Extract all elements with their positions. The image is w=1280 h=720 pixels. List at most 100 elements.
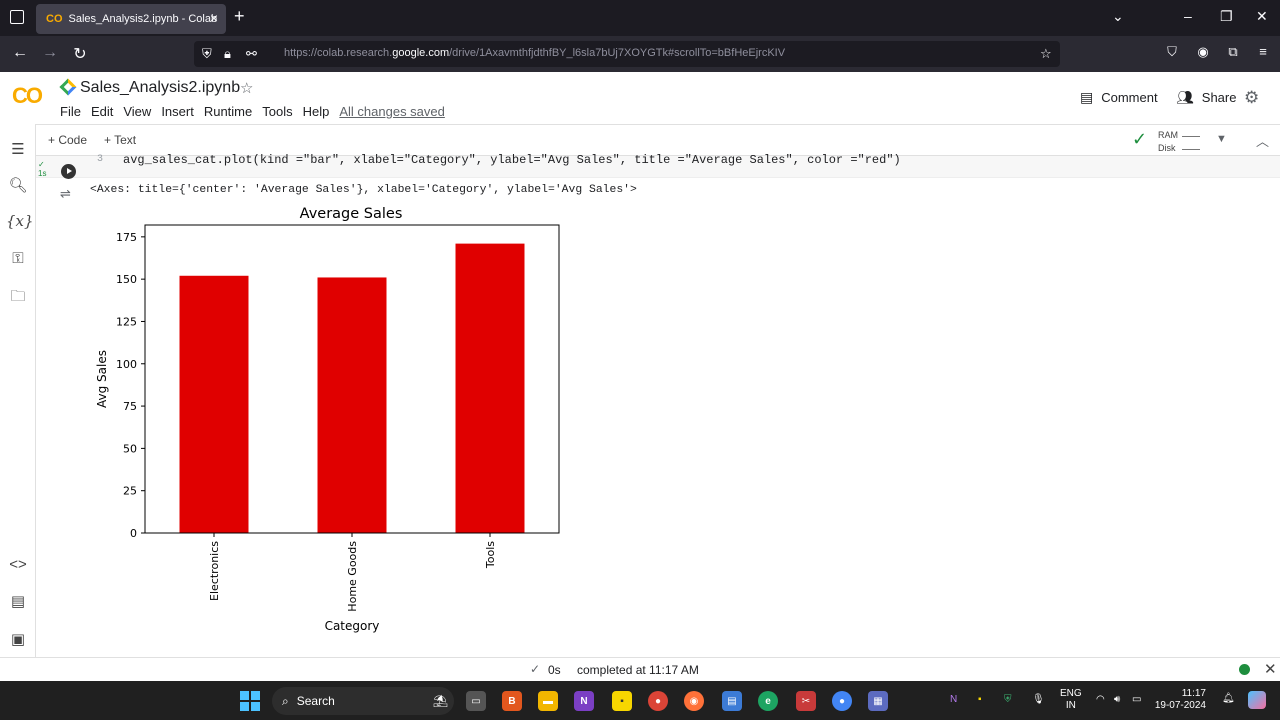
x-tick-label: Tools — [484, 541, 497, 569]
chrome-profile-icon[interactable]: ● — [832, 691, 852, 711]
snipping-tool-icon[interactable]: ✂ — [796, 691, 816, 711]
ram-disk-indicator[interactable]: RAM Disk — [1158, 129, 1178, 155]
browser-tab-active[interactable]: CO Sales_Analysis2.ipynb - Colab × — [36, 4, 226, 34]
output-toggle-icon[interactable]: ⇌ — [60, 186, 71, 202]
runtime-dropdown-icon[interactable]: ▼ — [1216, 133, 1227, 145]
pocket-icon[interactable]: ⛉ — [1162, 44, 1182, 60]
notebook-title[interactable]: Sales_Analysis2.ipynb — [80, 79, 240, 97]
tab-list-icon[interactable] — [10, 10, 24, 24]
edge-icon[interactable]: e — [758, 691, 778, 711]
firefox-icon[interactable]: ◉ — [684, 691, 704, 711]
reload-icon[interactable]: ↻ — [70, 44, 90, 64]
run-cell-button[interactable] — [61, 164, 76, 179]
search-icon: ⌕ — [282, 693, 289, 708]
language-indicator[interactable]: ENG IN — [1060, 688, 1082, 712]
x-tick-label: Electronics — [208, 541, 221, 601]
shield-icon[interactable]: ⛨ — [202, 46, 212, 62]
notifications-bell-icon[interactable]: 🔔︎ — [1222, 693, 1235, 704]
menu-view[interactable]: View — [123, 104, 151, 119]
x-tick-label: Home Goods — [346, 541, 359, 612]
onenote-icon[interactable]: N — [574, 691, 594, 711]
volume-icon[interactable]: 🔊︎ — [1114, 694, 1120, 705]
chrome-icon[interactable]: ● — [648, 691, 668, 711]
account-icon[interactable]: ◉ — [1193, 44, 1213, 60]
battery-icon[interactable]: ▭ — [1132, 694, 1141, 705]
lock-icon[interactable]: 🔒︎ — [224, 46, 231, 62]
y-tick-label: 0 — [130, 527, 137, 540]
x-axis-label: Category — [325, 619, 380, 633]
tab-overflow-icon[interactable]: ⌄ — [1112, 8, 1124, 25]
back-icon[interactable]: ← — [10, 44, 30, 62]
terminal-icon[interactable]: ▣ — [6, 630, 30, 648]
code-line[interactable]: avg_sales_cat.plot(kind ="bar", xlabel="… — [123, 153, 901, 167]
sticky-notes-icon[interactable]: ▪ — [612, 691, 632, 711]
forward-icon[interactable]: → — [40, 44, 60, 62]
colab-logo[interactable]: CO — [12, 83, 43, 109]
bookmark-star-icon[interactable]: ☆ — [1040, 46, 1052, 62]
close-window-icon[interactable]: ✕ — [1256, 8, 1268, 25]
add-code-button[interactable]: + Code — [48, 133, 87, 147]
y-axis-label: Avg Sales — [95, 350, 109, 408]
menu-file[interactable]: File — [60, 104, 81, 119]
new-tab-icon[interactable]: + — [234, 6, 245, 27]
file-explorer-icon[interactable]: ▬ — [538, 691, 558, 711]
brave-icon[interactable]: B — [502, 691, 522, 711]
clock[interactable]: 11:17 19-07-2024 — [1146, 688, 1206, 712]
bar — [317, 277, 387, 533]
save-status-link[interactable]: All changes saved — [339, 104, 445, 119]
secrets-key-icon[interactable]: ⚿ — [6, 250, 30, 267]
table-of-contents-icon[interactable]: ☰ — [6, 140, 30, 158]
microphone-icon[interactable]: 🎙︎ — [1032, 694, 1045, 705]
menu-insert[interactable]: Insert — [161, 104, 194, 119]
menu-edit[interactable]: Edit — [91, 104, 113, 119]
comment-button[interactable]: ▤ Comment — [1080, 89, 1158, 106]
status-check-icon: ✓ — [530, 662, 541, 676]
left-sidebar: ☰ 🔍︎ {x} ⚿ 🗀 <> ▤ ▣ — [0, 124, 36, 657]
notebook-toolbar: + Code + Text ✓ RAM Disk ▼ ︿ — [36, 124, 1280, 156]
menu-icon[interactable]: ≡ — [1253, 44, 1273, 59]
app-window-icon[interactable]: ▦ — [868, 691, 888, 711]
add-text-button[interactable]: + Text — [104, 133, 136, 147]
people-icon: 👥︎ — [1176, 89, 1194, 105]
menu-help[interactable]: Help — [303, 104, 330, 119]
close-tab-icon[interactable]: × — [210, 10, 218, 26]
runtime-status-dot[interactable] — [1239, 664, 1250, 675]
menubar: File Edit View Insert Runtime Tools Help… — [60, 104, 455, 119]
wifi-icon[interactable]: ◠ — [1096, 694, 1105, 705]
close-status-icon[interactable]: ✕ — [1264, 660, 1277, 678]
tray-onenote-icon[interactable]: N — [950, 694, 957, 705]
tray-notes-icon[interactable]: ▪ — [978, 694, 982, 705]
settings-gear-icon[interactable]: ⚙ — [1244, 88, 1259, 108]
files-folder-icon[interactable]: 🗀 — [6, 286, 30, 311]
code-snippets-icon[interactable]: <> — [6, 556, 30, 573]
windows-start-icon[interactable] — [240, 691, 260, 711]
comment-label: Comment — [1101, 90, 1158, 105]
minimize-icon[interactable]: – — [1184, 8, 1192, 24]
menu-tools[interactable]: Tools — [262, 104, 292, 119]
star-icon[interactable]: ☆ — [240, 79, 253, 97]
collapse-chevron-icon[interactable]: ︿ — [1256, 131, 1269, 150]
permissions-icon[interactable]: ⚯ — [246, 46, 257, 62]
extensions-icon[interactable]: ⧉ — [1223, 44, 1243, 60]
lang-bottom: IN — [1065, 700, 1076, 711]
tray-shield-icon[interactable]: ⛨ — [1004, 694, 1012, 705]
taskbar-search[interactable]: ⌕ Search ⛱ — [272, 687, 454, 715]
variables-icon[interactable]: {x} — [6, 212, 34, 230]
cell-exec-time: 1s — [38, 169, 47, 178]
copilot-icon[interactable] — [1248, 691, 1266, 709]
url-text[interactable]: https://colab.research.google.com/drive/… — [284, 47, 785, 59]
restore-icon[interactable]: ❐ — [1220, 8, 1233, 25]
connected-check-icon[interactable]: ✓ — [1132, 129, 1147, 150]
bar — [179, 275, 249, 533]
menu-runtime[interactable]: Runtime — [204, 104, 252, 119]
task-view-icon[interactable]: ▭ — [466, 691, 486, 711]
y-tick-label: 25 — [123, 485, 137, 498]
notepad-icon[interactable]: ▤ — [722, 691, 742, 711]
search-icon[interactable]: 🔍︎ — [6, 176, 30, 194]
share-button[interactable]: 👥︎ Share — [1176, 89, 1236, 106]
disk-label: Disk — [1158, 143, 1176, 153]
status-message[interactable]: completed at 11:17 AM — [577, 663, 699, 677]
browser-tabstrip: CO Sales_Analysis2.ipynb - Colab × + ⌄ –… — [0, 0, 1280, 36]
command-palette-icon[interactable]: ▤ — [6, 592, 30, 610]
address-bar[interactable]: ⛨ 🔒︎ ⚯ https://colab.research.google.com… — [194, 41, 1060, 67]
